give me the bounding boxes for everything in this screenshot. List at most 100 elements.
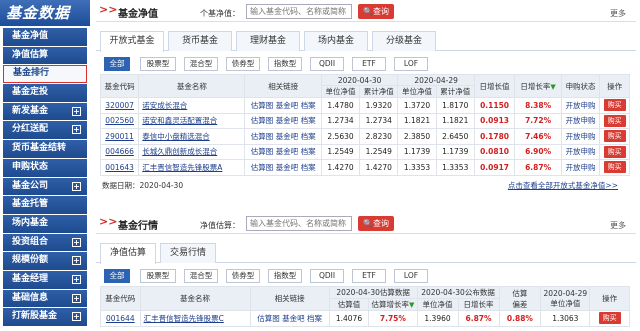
filter-all[interactable]: 全部	[104, 57, 130, 71]
tab-open-fund[interactable]: 开放式基金	[100, 31, 164, 52]
estimate-chart-link[interactable]: 估算图	[251, 101, 274, 110]
filter-mixed[interactable]: 混合型	[184, 269, 218, 283]
search-button[interactable]: 🔍查询	[358, 4, 394, 19]
estimate-chart-link[interactable]: 估算图	[251, 116, 274, 125]
sort-icon[interactable]: ▼	[409, 301, 414, 309]
fund-forum-link[interactable]: 基金吧	[276, 163, 299, 172]
filter-mixed[interactable]: 混合型	[184, 57, 218, 71]
expand-plus-icon[interactable]: +	[72, 256, 81, 266]
expand-plus-icon[interactable]: +	[72, 106, 81, 116]
fund-code-link[interactable]: 001644	[106, 314, 135, 323]
tab-trading-quote[interactable]: 交易行情	[160, 243, 216, 263]
fund-code-link[interactable]: 004666	[105, 147, 134, 156]
filter-etf[interactable]: ETF	[352, 57, 386, 71]
filter-index[interactable]: 指数型	[268, 57, 302, 71]
sidebar-item[interactable]: 基金公司 +	[3, 177, 87, 196]
fund-archive-link[interactable]: 档案	[307, 314, 322, 323]
view-all-link[interactable]: 点击查看全部开放式基金净值>>	[508, 180, 618, 191]
search-button[interactable]: 🔍查询	[358, 216, 394, 231]
fund-archive-link[interactable]: 档案	[301, 116, 316, 125]
filter-all[interactable]: 全部	[104, 269, 130, 283]
buy-button[interactable]: 购买	[603, 161, 626, 174]
filter-stock[interactable]: 股票型	[140, 57, 176, 71]
expand-plus-icon[interactable]: +	[72, 293, 81, 303]
fund-forum-link[interactable]: 基金吧	[276, 147, 299, 156]
sidebar-item[interactable]: 基金排行	[3, 65, 87, 84]
filter-index[interactable]: 指数型	[268, 269, 302, 283]
sidebar-item[interactable]: 新发基金 +	[3, 102, 87, 121]
filter-qdii[interactable]: QDII	[310, 269, 344, 283]
expand-plus-icon[interactable]: +	[72, 125, 81, 135]
sidebar-item[interactable]: 打新股基金 +	[3, 308, 87, 326]
tab-wealth-fund[interactable]: 理财基金	[236, 31, 300, 51]
sidebar-item[interactable]: 基础信息 +	[3, 289, 87, 308]
estimate-chart-link[interactable]: 估算图	[251, 163, 274, 172]
buy-button[interactable]: 购买	[603, 114, 626, 127]
fund-code-link[interactable]: 290011	[105, 132, 134, 141]
tab-money-fund[interactable]: 货币基金	[168, 31, 232, 51]
sidebar-item[interactable]: 场内基金	[3, 214, 87, 233]
buy-button[interactable]: 购买	[603, 99, 626, 112]
fund-forum-link[interactable]: 基金吧	[282, 314, 305, 323]
filter-stock[interactable]: 股票型	[140, 269, 176, 283]
sidebar-item[interactable]: 净值估算	[3, 46, 87, 65]
fund-archive-link[interactable]: 档案	[301, 132, 316, 141]
fund-name-link[interactable]: 汇丰晋信智造先锋股票C	[139, 310, 251, 327]
sidebar-item[interactable]: 规模份额 +	[3, 252, 87, 270]
estimate-chart-link[interactable]: 估算图	[251, 147, 274, 156]
fund-name-link[interactable]: 诺安成长混合	[138, 97, 246, 114]
filter-bond[interactable]: 债券型	[226, 269, 260, 283]
tab-exchange-fund[interactable]: 场内基金	[304, 31, 368, 51]
tab-nav-estimate[interactable]: 净值估算	[100, 243, 156, 264]
expand-plus-icon[interactable]: +	[72, 312, 81, 322]
more-link[interactable]: 更多	[610, 220, 626, 231]
fund-archive-link[interactable]: 档案	[301, 101, 316, 110]
tab-graded-fund[interactable]: 分级基金	[372, 31, 436, 51]
col-est-rate[interactable]: 估算增长率▼	[368, 298, 418, 311]
fund-code-link[interactable]: 320007	[105, 101, 134, 110]
fund-archive-link[interactable]: 档案	[301, 147, 316, 156]
filter-etf[interactable]: ETF	[352, 269, 386, 283]
buy-button[interactable]: 购买	[598, 312, 621, 325]
sort-down-icon[interactable]: ▼	[550, 83, 555, 91]
filter-qdii[interactable]: QDII	[310, 57, 344, 71]
expand-plus-icon[interactable]: +	[72, 181, 81, 191]
sidebar-item[interactable]: 申购状态	[3, 158, 87, 177]
site-logo[interactable]: 基金数据	[0, 0, 90, 26]
buy-button[interactable]: 购买	[603, 130, 626, 143]
sidebar-item[interactable]: 货币基金结转	[3, 140, 87, 158]
fund-name-link[interactable]: 诺安和鑫灵活配置混合	[138, 112, 246, 129]
more-link[interactable]: 更多	[610, 8, 626, 19]
estimate-search-input[interactable]	[246, 216, 352, 231]
estimate-chart-link[interactable]: 估算图	[257, 314, 280, 323]
col-day-growth[interactable]: 日增长值	[473, 74, 516, 98]
fund-forum-link[interactable]: 基金吧	[276, 116, 299, 125]
buy-button[interactable]: 购买	[603, 145, 626, 158]
fund-forum-link[interactable]: 基金吧	[276, 132, 299, 141]
filter-lof[interactable]: LOF	[394, 269, 428, 283]
sidebar-item[interactable]: 基金净值	[3, 28, 87, 46]
purchase-status[interactable]: 开放申购	[566, 116, 596, 125]
purchase-status[interactable]: 开放申购	[566, 147, 596, 156]
sidebar-item[interactable]: 投资组合 +	[3, 233, 87, 252]
fund-name-link[interactable]: 长城久鼎创新成长混合	[138, 143, 246, 160]
sidebar-item[interactable]: 分红送配 +	[3, 121, 87, 140]
sidebar-item[interactable]: 基金托管	[3, 196, 87, 214]
sidebar-item[interactable]: 基金定投	[3, 84, 87, 102]
col-day-rate[interactable]: 日增长率▼	[514, 74, 562, 98]
fund-name-link[interactable]: 汇丰晋信智造先锋股票A	[138, 159, 246, 176]
sidebar-item[interactable]: 基金经理 +	[3, 270, 87, 289]
filter-lof[interactable]: LOF	[394, 57, 428, 71]
purchase-status[interactable]: 开放申购	[566, 101, 596, 110]
expand-plus-icon[interactable]: +	[72, 274, 81, 284]
fund-forum-link[interactable]: 基金吧	[276, 101, 299, 110]
purchase-status[interactable]: 开放申购	[566, 132, 596, 141]
fund-search-input[interactable]	[246, 4, 352, 19]
filter-bond[interactable]: 债券型	[226, 57, 260, 71]
fund-archive-link[interactable]: 档案	[301, 163, 316, 172]
fund-name-link[interactable]: 泰信中小盘精选混合	[138, 128, 246, 145]
fund-code-link[interactable]: 002560	[105, 116, 134, 125]
expand-plus-icon[interactable]: +	[72, 237, 81, 247]
fund-code-link[interactable]: 001643	[105, 163, 134, 172]
estimate-chart-link[interactable]: 估算图	[251, 132, 274, 141]
